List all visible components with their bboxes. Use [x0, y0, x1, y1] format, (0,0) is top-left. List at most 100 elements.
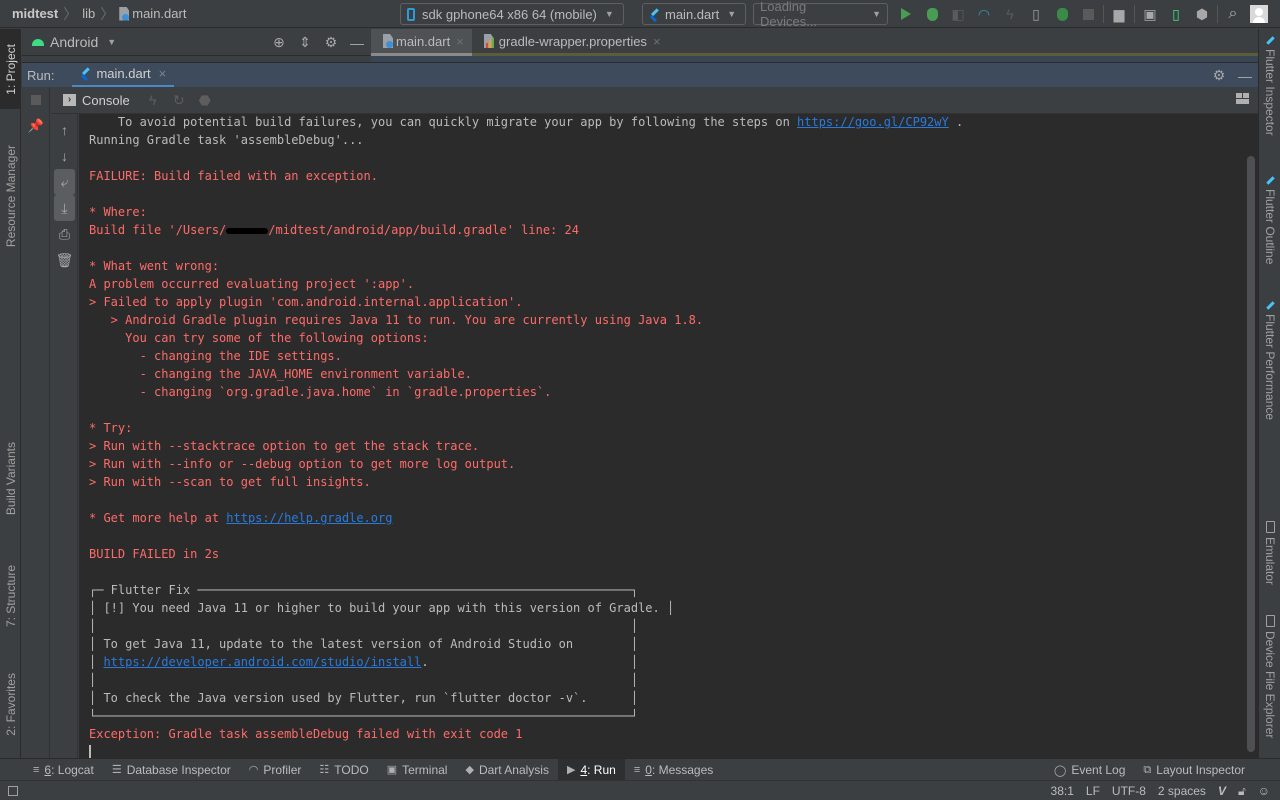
console-line-text: │ │ — [89, 673, 639, 687]
editor-tab-gradle-wrapper[interactable]: gradle-wrapper.properties × — [472, 29, 669, 53]
lock-icon[interactable]: 🔓︎ — [1238, 784, 1246, 799]
bottom-tab-eventlog[interactable]: ◯ Event Log — [1045, 759, 1134, 781]
line-separator[interactable]: LF — [1086, 784, 1100, 798]
search-icon[interactable]: ⌕ — [1220, 0, 1246, 28]
bottom-tab-logcat[interactable]: ≡ 6: Logcat — [24, 759, 103, 781]
console-tab[interactable]: › Console — [51, 93, 140, 108]
run-tab-main-dart[interactable]: main.dart × — [72, 63, 175, 88]
arrow-up-icon[interactable]: ↑ — [51, 117, 78, 143]
apply-changes-icon[interactable]: ϟ — [997, 0, 1023, 28]
tool-tab-flutter-performance[interactable]: Flutter Performance — [1259, 300, 1280, 420]
run-tab-label: main.dart — [96, 66, 151, 81]
tool-tab-flutter-inspector[interactable]: Flutter Inspector — [1259, 35, 1280, 136]
attach-debugger-icon[interactable]: ◧ — [945, 0, 971, 28]
file-encoding[interactable]: UTF-8 — [1112, 784, 1146, 798]
console-link[interactable]: https://help.gradle.org — [226, 511, 392, 525]
locate-icon[interactable]: ⊕ — [266, 34, 292, 51]
tool-tab-label: Flutter Performance — [1263, 314, 1277, 421]
indent-setting[interactable]: 2 spaces — [1158, 784, 1206, 798]
devices-dropdown[interactable]: Loading Devices... ▼ — [753, 0, 888, 29]
breadcrumb-project[interactable]: midtest — [12, 6, 58, 21]
trash-icon[interactable]: 🗑 — [51, 247, 78, 273]
editor-tab-main-dart[interactable]: main.dart × — [371, 29, 472, 56]
hot-restart-icon[interactable]: ↻ — [166, 92, 192, 109]
arrow-down-icon[interactable]: ↓ — [51, 143, 78, 169]
soft-wrap-icon[interactable]: ⤶ — [54, 169, 75, 195]
gear-icon[interactable]: ⚙ — [1206, 67, 1232, 84]
console-scrollbar[interactable] — [1244, 114, 1258, 758]
bottom-tab-dartanalysis[interactable]: ◆ Dart Analysis — [456, 759, 558, 781]
breadcrumb-folder[interactable]: lib — [82, 6, 95, 21]
chevron-down-icon[interactable]: ▼ — [107, 37, 116, 47]
toggle-debug-paint-icon[interactable]: ⬣ — [192, 92, 218, 109]
account-icon[interactable] — [1246, 0, 1272, 28]
device-selector[interactable]: sdk gphone64 x86 64 (mobile) ▼ — [400, 3, 624, 25]
minimize-icon[interactable]: — — [344, 35, 370, 51]
bottom-tab-todo[interactable]: ☷ TODO — [310, 759, 377, 781]
inspector-icon[interactable]: ☺ — [1258, 784, 1270, 798]
tool-tab-resource-manager[interactable]: Resource Manager — [0, 129, 21, 264]
bottom-tab-databaseinspector[interactable]: ☰ Database Inspector — [103, 759, 240, 781]
debug-icon[interactable] — [919, 0, 945, 28]
attach-icon[interactable] — [1049, 0, 1075, 28]
run-icon[interactable] — [893, 0, 919, 28]
console-line-text: To avoid potential build failures, you c… — [89, 115, 798, 129]
console-line-text: /midtest/android/app/build.gradle' line:… — [268, 223, 579, 237]
run-config-selector[interactable]: main.dart ▼ — [642, 3, 746, 25]
bottom-tab-layoutinspector[interactable]: ⧉ Layout Inspector — [1134, 759, 1254, 781]
profile-icon[interactable]: ◠ — [971, 0, 997, 28]
console-line: ​ — [89, 149, 1244, 167]
toolbar-separator — [1103, 5, 1104, 23]
caret-position[interactable]: 38:1 — [1051, 784, 1074, 798]
hot-reload-icon[interactable]: ϟ — [140, 92, 166, 108]
chevron-down-icon: ▼ — [604, 9, 614, 19]
console-line-text: * Where: — [89, 205, 147, 219]
project-view-selector[interactable]: Android — [50, 34, 98, 50]
gear-icon[interactable]: ⚙ — [318, 34, 344, 51]
pin-icon[interactable]: 📌 — [22, 113, 50, 139]
tool-tab-favorites[interactable]: 2: Favorites — [0, 659, 21, 749]
device-manager-icon[interactable]: ▯ — [1163, 0, 1189, 28]
project-structure-icon[interactable]: ▆ — [1106, 0, 1132, 28]
avd-manager-icon[interactable]: ▣ — [1137, 0, 1163, 28]
bottom-tab-run[interactable]: ▶ 4: Run — [557, 758, 625, 781]
console-link[interactable]: https://goo.gl/CP92wY — [797, 115, 949, 129]
tool-windows-toggle-icon[interactable] — [8, 785, 18, 796]
close-icon[interactable]: × — [159, 66, 167, 81]
console-tab-label: Console — [82, 92, 130, 108]
bottom-tab-messages[interactable]: ≡ 0: Messages — [625, 759, 722, 781]
bottom-tab-terminal[interactable]: ▣ Terminal — [378, 759, 457, 781]
collapse-all-icon[interactable]: ⇕ — [292, 34, 318, 51]
print-icon[interactable]: ⎙ — [51, 221, 78, 247]
sdk-manager-icon[interactable]: ⬢ — [1189, 0, 1215, 28]
tool-tab-flutter-outline[interactable]: Flutter Outline — [1259, 175, 1280, 264]
console-line: ┌─ Flutter Fix ─────────────────────────… — [89, 581, 1244, 599]
console-line-text: FAILURE: Build failed with an exception. — [89, 169, 378, 183]
bottom-tab-mnemonic: 6 — [44, 762, 52, 777]
flutter-hot-reload-icon[interactable]: ▯ — [1023, 0, 1049, 28]
close-icon[interactable]: × — [456, 34, 464, 49]
scroll-to-end-icon[interactable]: ⤓ — [54, 195, 75, 221]
toolbar-separator — [1134, 5, 1135, 23]
flutter-icon — [1266, 175, 1275, 185]
stop-icon[interactable] — [22, 87, 50, 113]
stop-icon[interactable] — [1075, 0, 1101, 28]
tool-tab-device-file-explorer[interactable]: Device File Explorer — [1259, 615, 1280, 738]
tool-tab-build-variants[interactable]: Build Variants — [0, 429, 21, 529]
scrollbar-thumb[interactable] — [1247, 156, 1255, 752]
tool-tab-project[interactable]: 1: Project — [0, 29, 21, 109]
vcs-icon[interactable]: V — [1218, 784, 1226, 798]
tool-tab-structure[interactable]: 7: Structure — [0, 551, 21, 641]
minimize-icon[interactable]: — — [1232, 68, 1258, 84]
tool-tab-emulator[interactable]: Emulator — [1259, 521, 1280, 585]
console-link[interactable]: https://developer.android.com/studio/ins… — [103, 655, 421, 669]
layout-options-icon[interactable] — [1236, 93, 1250, 105]
console-line-text: Build file '/Users/ — [89, 223, 227, 237]
console-line-text: │ To check the Java version used by Flut… — [89, 691, 639, 705]
console-output[interactable]: To avoid potential build failures, you c… — [79, 114, 1244, 758]
close-icon[interactable]: × — [653, 34, 661, 49]
console-line: * Try: — [89, 419, 1244, 437]
tool-tab-label: Emulator — [1263, 537, 1277, 586]
breadcrumb-file[interactable]: main.dart — [132, 6, 186, 21]
bottom-tab-profiler[interactable]: ◠ Profiler — [240, 759, 311, 781]
